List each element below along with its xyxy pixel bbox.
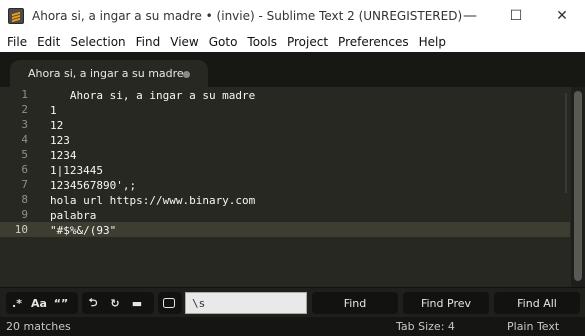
show-context-toggle-icon[interactable]: [158, 293, 180, 313]
code-line[interactable]: 1234567890',;: [50, 178, 136, 193]
tab-label: Ahora si, a ingar a su madre: [28, 67, 184, 80]
menu-tools[interactable]: Tools: [242, 35, 282, 49]
regex-toggle[interactable]: .*: [6, 293, 28, 313]
menu-project[interactable]: Project: [282, 35, 333, 49]
line-number: 1: [21, 88, 28, 101]
window-title: Ahora si, a ingar a su madre • (invie) -…: [32, 9, 463, 23]
tab-document[interactable]: Ahora si, a ingar a su madre: [10, 60, 208, 87]
minimize-icon[interactable]: —: [447, 0, 493, 32]
menu-help[interactable]: Help: [414, 35, 451, 49]
code-line[interactable]: hola url https://www.binary.com: [50, 193, 262, 208]
show-context-group: [158, 292, 182, 314]
menu-view[interactable]: View: [165, 35, 203, 49]
menu-preferences[interactable]: Preferences: [333, 35, 414, 49]
menu-find[interactable]: Find: [131, 35, 166, 49]
line-number: 7: [21, 178, 28, 191]
highlight-matches-toggle-icon[interactable]: ▬: [126, 293, 148, 313]
case-sensitive-toggle[interactable]: Aa: [28, 293, 50, 313]
code-line[interactable]: 1: [50, 103, 63, 118]
code-line[interactable]: palabra: [50, 208, 103, 223]
title-bar: Ahora si, a ingar a su madre • (invie) -…: [0, 0, 585, 32]
find-input[interactable]: [185, 292, 307, 314]
code-line[interactable]: Ahora si, a ingar a su madre: [50, 88, 262, 103]
line-number: 8: [21, 193, 28, 206]
line-gutter: 1 2 3 4 5 6 7 8 9 10: [0, 87, 40, 287]
menu-bar: File Edit Selection Find View Goto Tools…: [0, 32, 585, 52]
find-panel: .* Aa “” ⮌ ↻ ▬ Find Find Prev Find All: [0, 287, 585, 317]
scrollbar-thumb[interactable]: [574, 91, 582, 281]
find-all-button[interactable]: Find All: [494, 292, 580, 314]
menu-selection[interactable]: Selection: [65, 35, 130, 49]
minimap[interactable]: [565, 93, 567, 193]
line-number: 4: [21, 133, 28, 146]
code-line-current[interactable]: "#$%&/(93": [50, 223, 116, 238]
whole-word-toggle[interactable]: “”: [50, 293, 72, 313]
window-controls: — ☐ ✕: [447, 0, 585, 32]
in-selection-toggle-icon[interactable]: ↻: [104, 293, 126, 313]
match-count: 20 matches: [6, 320, 71, 333]
wrap-toggle-icon[interactable]: ⮌: [82, 293, 104, 313]
code-line[interactable]: 1|123445: [50, 163, 110, 178]
code-line[interactable]: 1234: [50, 148, 83, 163]
line-number: 9: [21, 208, 28, 221]
menu-file[interactable]: File: [2, 35, 32, 49]
status-bar: 20 matches Tab Size: 4 Plain Text: [0, 317, 585, 336]
code-line[interactable]: 12: [50, 118, 70, 133]
tab-bar: Ahora si, a ingar a su madre: [0, 52, 585, 87]
vertical-scrollbar[interactable]: [571, 87, 585, 287]
code-line[interactable]: 123: [50, 133, 77, 148]
line-number: 5: [21, 148, 28, 161]
line-number: 3: [21, 118, 28, 131]
menu-edit[interactable]: Edit: [32, 35, 65, 49]
maximize-icon[interactable]: ☐: [493, 0, 539, 32]
find-options-group: .* Aa “”: [6, 292, 78, 314]
editor-area[interactable]: 1 2 3 4 5 6 7 8 9 10 Ahora si, a ingar a…: [0, 87, 585, 287]
sublime-app-icon: [8, 8, 24, 24]
line-number: 6: [21, 163, 28, 176]
tab-size-indicator[interactable]: Tab Size: 4: [396, 320, 455, 333]
find-button[interactable]: Find: [312, 292, 398, 314]
menu-goto[interactable]: Goto: [204, 35, 243, 49]
find-options-group-2: ⮌ ↻ ▬: [82, 292, 154, 314]
syntax-indicator[interactable]: Plain Text: [507, 320, 559, 333]
close-icon[interactable]: ✕: [539, 0, 585, 32]
line-number-current: 10: [14, 223, 28, 236]
find-prev-button[interactable]: Find Prev: [403, 292, 489, 314]
unsaved-dot-icon[interactable]: [183, 71, 190, 78]
line-number: 2: [21, 103, 28, 116]
